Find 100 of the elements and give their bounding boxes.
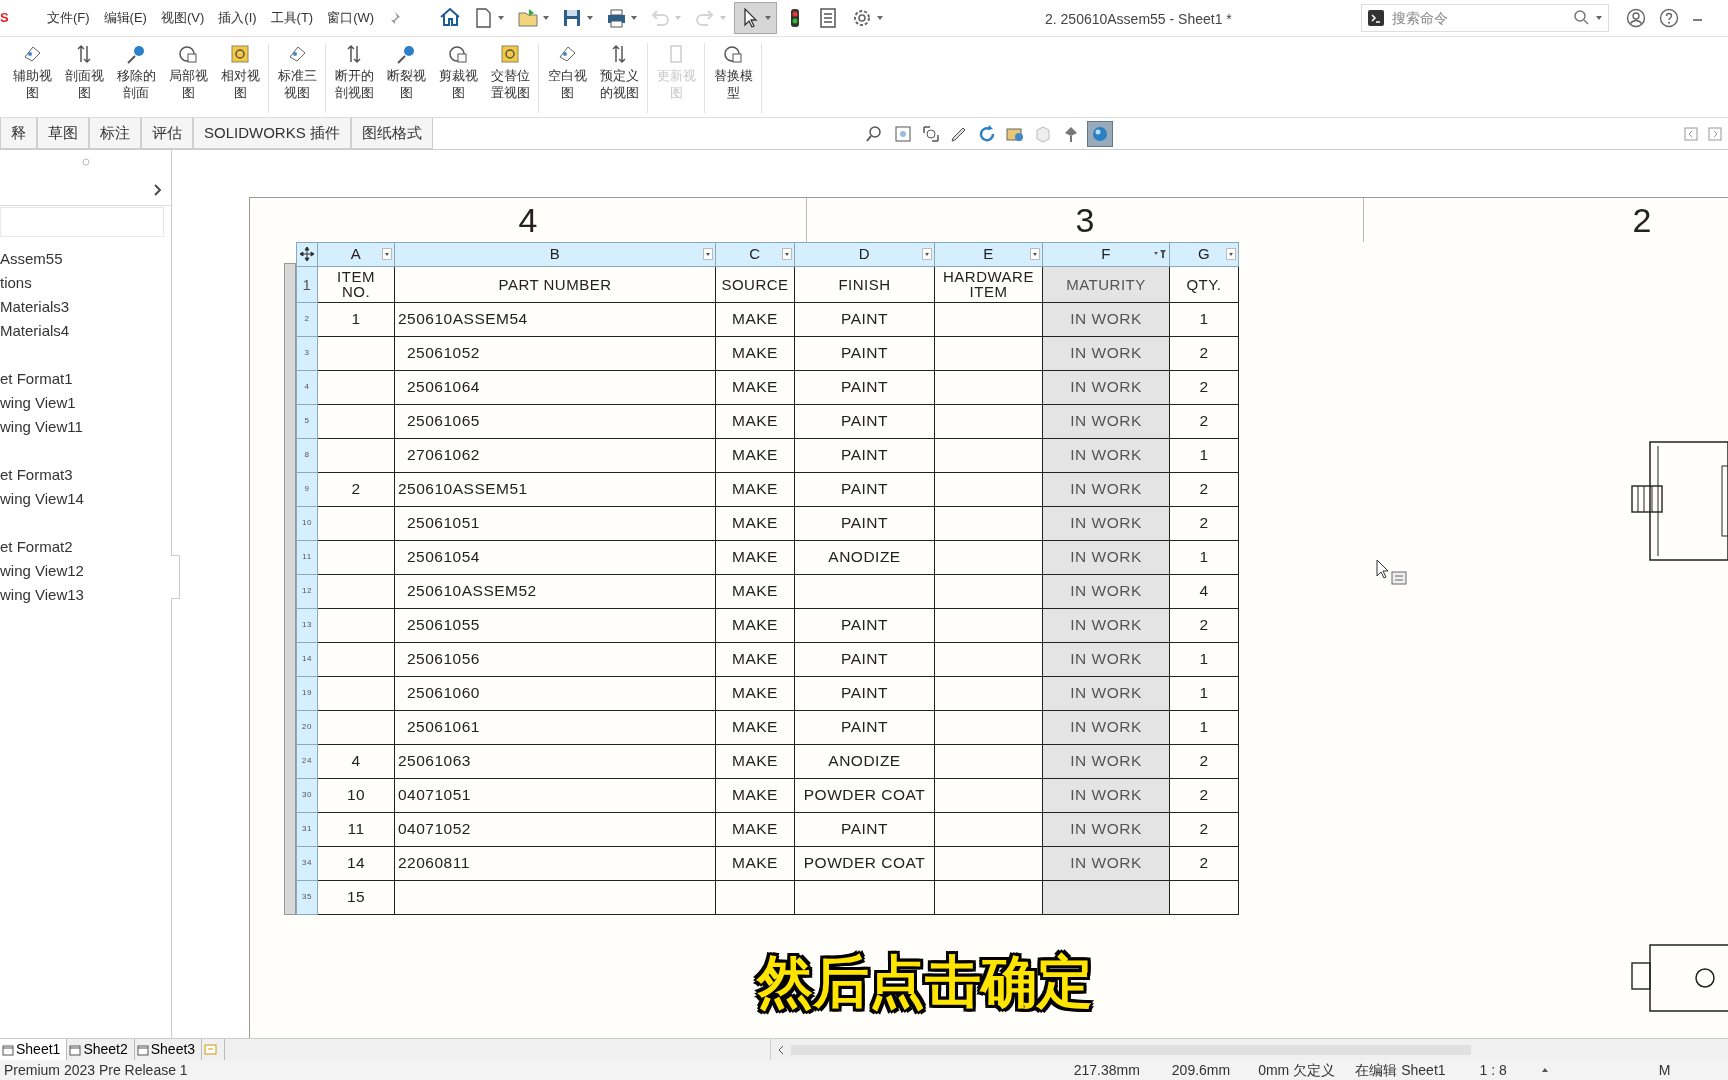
expand-icon[interactable]	[1708, 126, 1722, 141]
ribbon-button[interactable]: 局部视图	[162, 43, 214, 113]
column-header[interactable]: C	[715, 242, 795, 266]
ribbon-tab[interactable]: 草图	[37, 118, 89, 149]
ribbon-button[interactable]: 移除的剖面	[110, 43, 162, 113]
tree-item[interactable]: Assem55	[0, 247, 171, 271]
caret-icon[interactable]	[922, 248, 932, 261]
row-header: 20	[296, 710, 318, 744]
ribbon-button[interactable]: 替换模型	[707, 43, 759, 113]
chevron-right-icon[interactable]	[153, 182, 163, 197]
column-header[interactable]: D	[794, 242, 935, 266]
move-icon[interactable]	[299, 246, 315, 263]
tree-item[interactable]: wing View11	[0, 415, 171, 439]
caret-icon[interactable]	[1030, 248, 1040, 261]
tree-item[interactable]: wing View1	[0, 391, 171, 415]
sheet-tab[interactable]: Sheet3	[134, 1039, 203, 1060]
menu-item[interactable]: 窗口(W)	[320, 8, 382, 28]
menu-item[interactable]: 编辑(E)	[96, 8, 154, 28]
ribbon-tab[interactable]: 评估	[141, 118, 193, 149]
restore-icon[interactable]	[1684, 126, 1698, 141]
zoom-icon	[892, 123, 913, 144]
table-cell: PAINT	[794, 302, 935, 336]
ribbon-button[interactable]: 剖面视图	[58, 43, 110, 113]
zone-label: 2	[1632, 201, 1652, 239]
table-cell: 2	[317, 472, 395, 506]
ribbon-button[interactable]: 断开的剖视图	[328, 43, 380, 113]
table-cell: 25061056	[394, 642, 716, 676]
column-header[interactable]: B	[394, 242, 716, 266]
filter-field[interactable]	[0, 207, 164, 237]
ribbon-button[interactable]: 空白视图	[541, 43, 593, 113]
search-field[interactable]: 搜索命令	[1361, 4, 1609, 32]
row-header: 13	[296, 608, 318, 642]
ribbon-tab[interactable]: 释	[0, 118, 37, 149]
ribbon-button[interactable]: 断裂视图	[380, 43, 432, 113]
row-header: 9	[296, 472, 318, 506]
tree-item[interactable]: et Format2	[0, 535, 171, 559]
tree-item[interactable]: wing View13	[0, 583, 171, 607]
column-header[interactable]: A	[317, 242, 395, 266]
ribbon-tab[interactable]: 图纸格式	[350, 118, 433, 149]
table-header-cell: QTY.	[1169, 266, 1239, 302]
zone-label: 4	[518, 201, 538, 239]
table-header-cell: HARDWARE ITEM	[934, 266, 1043, 302]
tree-item[interactable]: wing View14	[0, 487, 171, 511]
table-cell: IN WORK	[1042, 642, 1170, 676]
sheet-tab[interactable]: Sheet1	[0, 1039, 68, 1060]
column-header[interactable]: E	[934, 242, 1043, 266]
table-cell: POWDER COAT	[794, 846, 935, 880]
ribbon-button[interactable]: 相对视图	[214, 43, 266, 113]
ribbon-button[interactable]: 辅助视图	[6, 43, 58, 113]
table-cell: IN WORK	[1042, 608, 1170, 642]
tree-item[interactable]: Materials4	[0, 319, 171, 343]
table-cell: 04071051	[394, 778, 716, 812]
caret-icon[interactable]	[1226, 248, 1236, 261]
sheet-tab[interactable]: Sheet2	[67, 1039, 135, 1060]
caret-icon	[497, 14, 506, 22]
caret-icon[interactable]	[703, 248, 713, 261]
ribbon-button[interactable]: 标准三视图	[271, 43, 323, 113]
ribbon-button[interactable]: 交替位置视图	[484, 43, 536, 113]
ribbon-button[interactable]: 剪裁视图	[432, 43, 484, 113]
caret-icon[interactable]	[382, 248, 392, 261]
scroll-left-icon[interactable]	[777, 1044, 786, 1055]
help-icon[interactable]	[1659, 8, 1679, 28]
ribbon-tab[interactable]: SOLIDWORKS 插件	[193, 118, 351, 149]
toolbar-button[interactable]	[733, 2, 777, 34]
caret-icon[interactable]	[782, 248, 792, 261]
menu-item[interactable]: 插入(I)	[211, 8, 264, 28]
table-cell: 2	[1169, 744, 1239, 778]
table-cell: IN WORK	[1042, 812, 1170, 846]
menu-item[interactable]: 文件(F)	[40, 8, 97, 28]
add-sheet-icon	[204, 1043, 219, 1056]
zoom-icon	[920, 123, 941, 144]
column-header[interactable]: F	[1042, 242, 1170, 266]
search-icon	[1573, 9, 1589, 25]
table-cell: PAINT	[794, 404, 935, 438]
folder-icon	[516, 7, 539, 29]
row-header: 24	[296, 744, 318, 778]
table-cell: IN WORK	[1042, 404, 1170, 438]
table-cell: IN WORK	[1042, 506, 1170, 540]
row-header: 19	[296, 676, 318, 710]
caret-up-icon[interactable]	[1540, 1066, 1549, 1074]
ribbon-button[interactable]: 预定义的视图	[593, 43, 645, 113]
table-cell: 2	[1169, 336, 1239, 370]
row-header: 11	[296, 540, 318, 574]
filter-icon[interactable]	[1153, 248, 1167, 261]
menu-item[interactable]: 视图(V)	[153, 8, 212, 28]
column-header[interactable]: G	[1169, 242, 1239, 266]
menu-item[interactable]: 工具(T)	[263, 8, 321, 28]
ribbon-tab[interactable]: 标注	[89, 118, 141, 149]
tree-item[interactable]: tions	[0, 271, 171, 295]
tree-item[interactable]: et Format1	[0, 367, 171, 391]
user-icon[interactable]	[1626, 8, 1646, 28]
view-toolbar-button[interactable]	[1086, 120, 1113, 147]
table-cell: PAINT	[794, 472, 935, 506]
tree-item[interactable]: et Format3	[0, 463, 171, 487]
table-cell: IN WORK	[1042, 438, 1170, 472]
tree-item[interactable]: Materials3	[0, 295, 171, 319]
sheet-icon	[69, 1043, 82, 1056]
printer-icon	[605, 7, 628, 29]
panel-handle[interactable]	[171, 555, 180, 599]
tree-item[interactable]: wing View12	[0, 559, 171, 583]
